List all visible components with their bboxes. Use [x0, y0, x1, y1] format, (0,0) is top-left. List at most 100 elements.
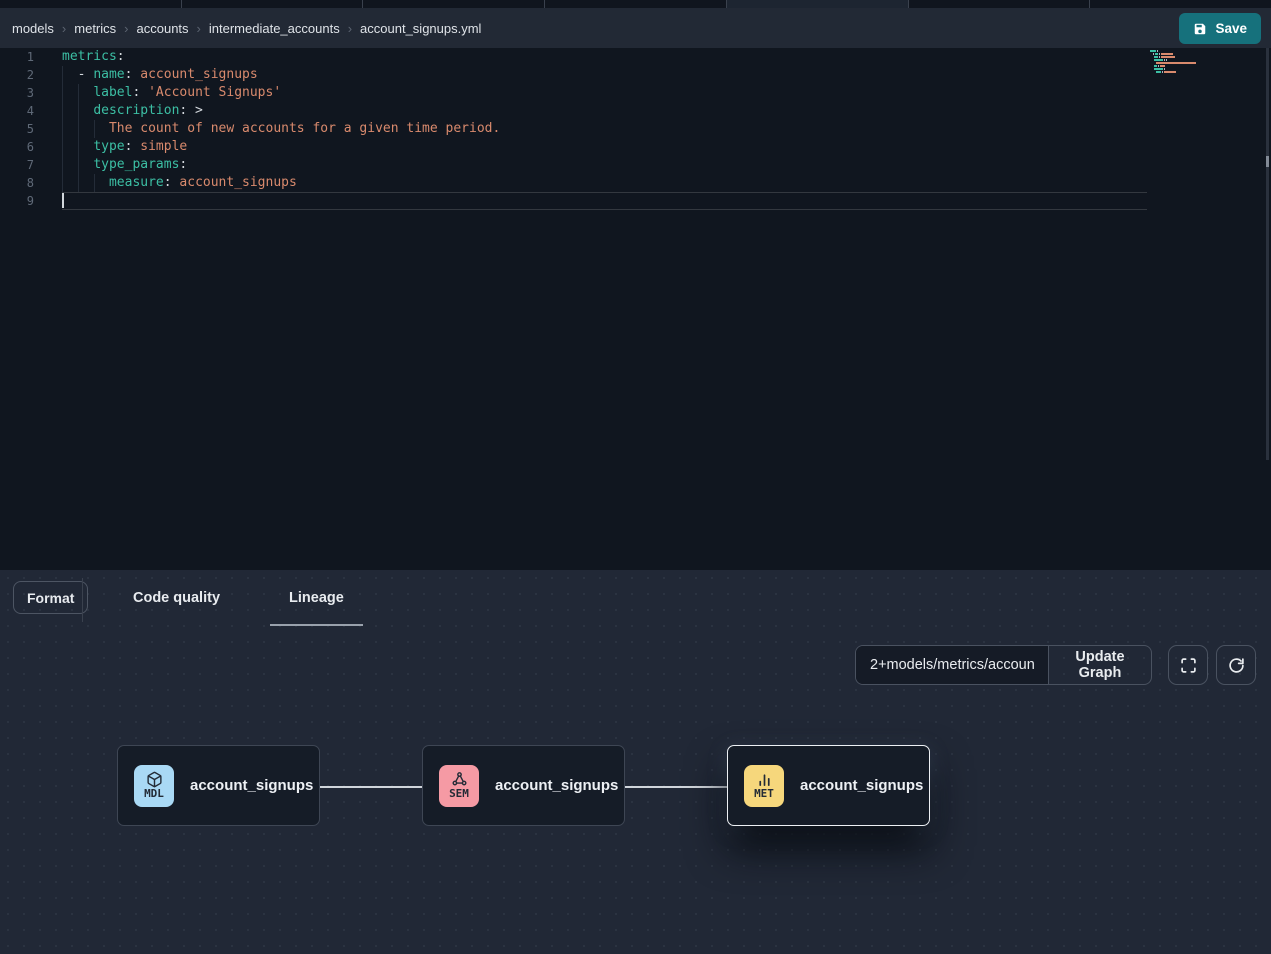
code-line: description: > [0, 102, 1271, 120]
minimap-line [1150, 74, 1214, 76]
save-icon [1193, 22, 1207, 36]
code-line [0, 192, 1271, 210]
code-token: The count of new accounts for a given ti… [109, 121, 500, 136]
fullscreen-button[interactable] [1168, 645, 1208, 685]
minimap-line [1150, 56, 1214, 58]
node-label: account_signups [495, 777, 618, 794]
code-token: account_signups [172, 175, 297, 190]
minimap-line [1150, 65, 1214, 67]
code-token: - [78, 67, 94, 82]
code-token [62, 157, 93, 172]
file-tab[interactable] [727, 0, 909, 8]
code-line: metrics: [0, 48, 1271, 66]
breadcrumb-item[interactable]: account_signups.yml [360, 21, 481, 36]
node-label: account_signups [190, 777, 313, 794]
refresh-icon [1228, 657, 1245, 674]
breadcrumb-item[interactable]: accounts [137, 21, 189, 36]
breadcrumb: models › metrics › accounts › intermediate_acc… [12, 21, 481, 36]
file-tab[interactable] [1090, 0, 1271, 8]
lineage-toolbar: Update Graph [0, 645, 1271, 685]
breadcrumb-separator: › [124, 22, 128, 35]
panel-tabs: Code quality Lineage [115, 570, 362, 625]
breadcrumb-item[interactable]: intermediate_accounts [209, 21, 340, 36]
sem-badge: SEM [439, 765, 479, 807]
minimap[interactable] [1150, 50, 1214, 77]
network-icon [451, 771, 468, 788]
code-token [62, 121, 109, 136]
code-token: : [164, 175, 172, 190]
lineage-edge [320, 786, 422, 788]
code-editor[interactable]: 123456789 metrics: - name: account_signu… [0, 48, 1271, 570]
code-token: type [93, 139, 124, 154]
code-token [62, 103, 93, 118]
code-token [62, 85, 93, 100]
code-token: metrics [62, 49, 117, 64]
code-token: account_signups [132, 67, 257, 82]
code-token: 'Account Signups' [140, 85, 281, 100]
code-content[interactable]: metrics: - name: account_signups label: … [0, 48, 1271, 210]
code-line: measure: account_signups [0, 174, 1271, 192]
node-label: account_signups [800, 777, 923, 794]
met-badge: MET [744, 765, 784, 807]
code-token: name [93, 67, 124, 82]
file-tab[interactable] [182, 0, 364, 8]
code-token: simple [132, 139, 187, 154]
code-token: description [93, 103, 179, 118]
code-line: type_params: [0, 156, 1271, 174]
save-button-label: Save [1215, 21, 1247, 36]
file-tab[interactable] [363, 0, 545, 8]
lineage-selector-group: Update Graph [855, 645, 1152, 685]
code-token: : [117, 49, 125, 64]
breadcrumb-item[interactable]: models [12, 21, 54, 36]
breadcrumb-item[interactable]: metrics [74, 21, 116, 36]
minimap-line [1150, 59, 1214, 61]
file-tab-strip [0, 0, 1271, 8]
lineage-selector-input[interactable] [856, 646, 1048, 684]
editor-scrollbar[interactable] [1266, 48, 1269, 460]
code-token: type_params [93, 157, 179, 172]
file-tab[interactable] [545, 0, 727, 8]
minimap-line [1150, 68, 1214, 70]
code-token [62, 175, 109, 190]
refresh-button[interactable] [1216, 645, 1256, 685]
minimap-line [1150, 71, 1214, 73]
breadcrumb-separator: › [62, 22, 66, 35]
file-tab[interactable] [909, 0, 1091, 8]
panel-divider [82, 578, 83, 622]
bottom-panel: Format Code quality Lineage Update Graph [0, 570, 1271, 954]
panel-tab-lineage[interactable]: Lineage [271, 584, 362, 612]
breadcrumb-bar: models › metrics › accounts › intermediate_acc… [0, 8, 1271, 48]
code-token: measure [109, 175, 164, 190]
file-tab[interactable] [0, 0, 182, 8]
breadcrumb-separator: › [197, 22, 201, 35]
cube-icon [146, 771, 163, 788]
save-button[interactable]: Save [1179, 13, 1261, 44]
badge-label: MET [754, 788, 774, 800]
code-line: type: simple [0, 138, 1271, 156]
lineage-node-sem[interactable]: SEM account_signups [422, 745, 625, 826]
panel-tab-code-quality[interactable]: Code quality [115, 584, 238, 612]
minimap-line [1150, 53, 1214, 55]
badge-label: MDL [144, 788, 164, 800]
format-button[interactable]: Format [13, 581, 88, 614]
text-cursor [62, 193, 64, 208]
fullscreen-icon [1180, 657, 1197, 674]
lineage-node-met[interactable]: MET account_signups [727, 745, 930, 826]
code-token: : [179, 157, 187, 172]
code-line: - name: account_signups [0, 66, 1271, 84]
lineage-node-mdl[interactable]: MDL account_signups [117, 745, 320, 826]
code-token [62, 139, 93, 154]
code-line: label: 'Account Signups' [0, 84, 1271, 102]
minimap-line [1150, 62, 1214, 64]
update-graph-button[interactable]: Update Graph [1048, 646, 1151, 684]
bar-chart-icon [756, 771, 773, 788]
badge-label: SEM [449, 788, 469, 800]
code-token: label [93, 85, 132, 100]
code-token [62, 67, 78, 82]
lineage-edge [625, 786, 727, 788]
minimap-line [1150, 50, 1214, 52]
editor-scrollbar-thumb[interactable] [1266, 156, 1269, 167]
mdl-badge: MDL [134, 765, 174, 807]
ide-window: models › metrics › accounts › intermediate_acc… [0, 0, 1271, 954]
breadcrumb-separator: › [348, 22, 352, 35]
